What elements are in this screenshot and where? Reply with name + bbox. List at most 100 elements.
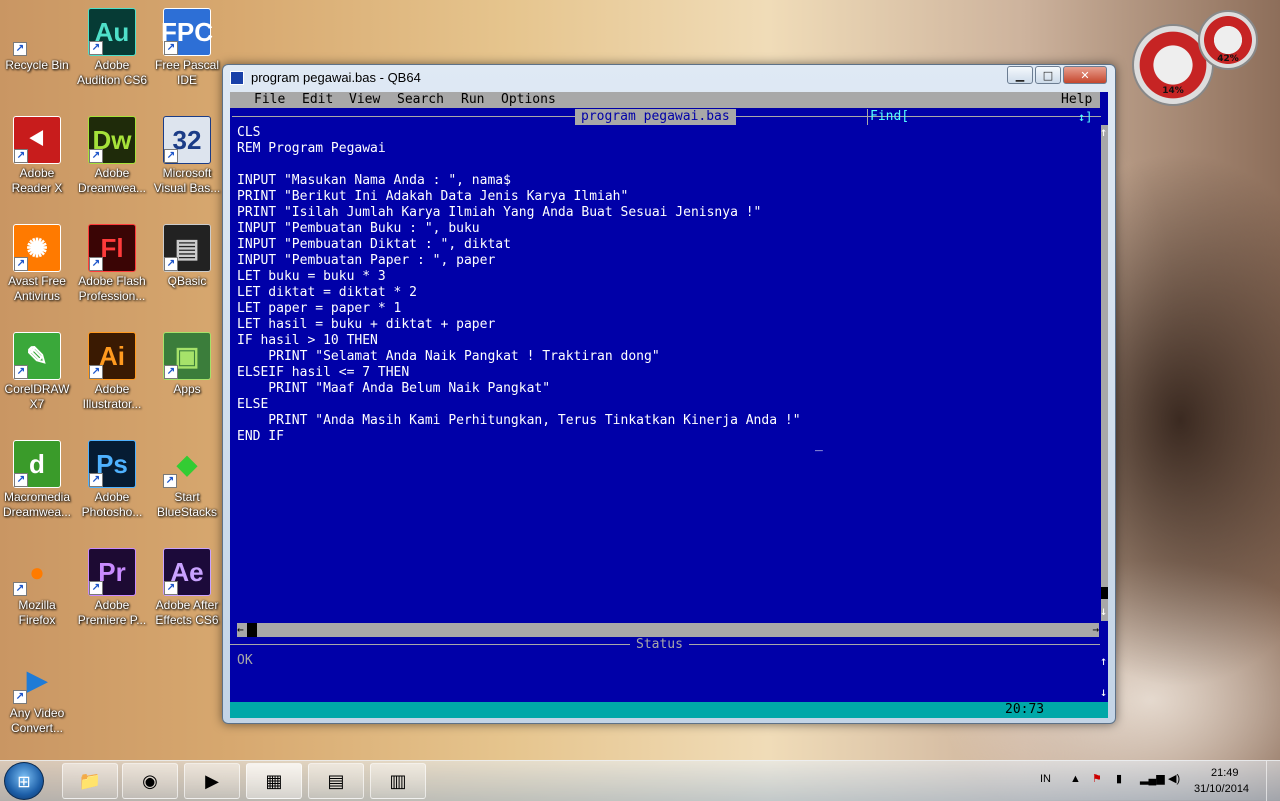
language-indicator[interactable]: IN	[1040, 773, 1051, 785]
desktop-icon[interactable]: ↗ Recycle Bin	[0, 8, 74, 73]
shortcut-arrow-icon: ↗	[13, 582, 27, 596]
taskbar: ⊞ 📁 ◉ ▶ ▦ ▤ ▥ IN ▲ ⚑ ▮ ▂▄▆ ◀) 21:49 31/10/201…	[0, 760, 1280, 801]
volume-icon[interactable]: ◀)	[1168, 772, 1180, 785]
horizontal-scrollbar[interactable]: ← →	[237, 623, 1099, 637]
scroll-right-icon[interactable]: →	[1092, 623, 1099, 637]
desktop-icon[interactable]: ✎ ↗ CorelDRAW X7	[0, 332, 74, 412]
desktop-icon-label: Any Video Convert...	[9, 706, 65, 735]
desktop-icon-label: Adobe Audition CS6	[76, 58, 148, 87]
menu-search[interactable]: Search	[397, 92, 444, 108]
shortcut-arrow-icon: ↗	[163, 474, 177, 488]
scroll-down-icon[interactable]: ↓	[1100, 605, 1107, 617]
desktop-icon[interactable]: Fl ↗ Adobe Flash Profession...	[75, 224, 149, 304]
desktop-icon[interactable]: ◆ ↗ Start BlueStacks	[150, 440, 224, 520]
clock-date[interactable]: 31/10/2014	[1194, 783, 1249, 795]
close-button[interactable]: ✕	[1063, 66, 1107, 84]
desktop-icon-label: Mozilla Firefox	[18, 598, 56, 627]
desktop-icon[interactable]: ▶ ↗ Any Video Convert...	[0, 656, 74, 736]
desktop-icon[interactable]: Ae ↗ Adobe After Effects CS6	[150, 548, 224, 628]
desktop-icon-label: Macromedia Dreamwea...	[2, 490, 72, 519]
control-panel-icon[interactable]: ▤	[308, 763, 364, 799]
shortcut-arrow-icon: ↗	[89, 149, 103, 163]
menu-help[interactable]: Help	[1061, 92, 1092, 108]
find-arrows-icon[interactable]: ↕]	[1078, 109, 1092, 125]
horizontal-scroll-thumb[interactable]	[247, 623, 257, 637]
scroll-up-icon[interactable]: ↑	[1100, 126, 1107, 138]
desktop-icon-label: Microsoft Visual Bas...	[153, 166, 221, 195]
title-bar[interactable]: program pegawai.bas - QB64 ▁ □ ✕	[223, 65, 1115, 91]
desktop-icon-label: Adobe Flash Profession...	[78, 274, 146, 303]
menu-options[interactable]: Options	[501, 92, 556, 108]
bluestacks-icon: ◆ ↗	[163, 440, 211, 488]
shortcut-arrow-icon: ↗	[14, 149, 28, 163]
menu-bar: File Edit View Search Run Options Help	[230, 92, 1100, 108]
window-title: program pegawai.bas - QB64	[251, 70, 421, 85]
apps-icon: ▣ ↗	[163, 332, 211, 380]
qb64-taskbar-icon[interactable]: ▥	[370, 763, 426, 799]
desktop-icon[interactable]: Pr ↗ Adobe Premiere P...	[75, 548, 149, 628]
shortcut-arrow-icon: ↗	[89, 365, 103, 379]
status-title: Status	[630, 637, 689, 653]
adobe-dreamweaver-icon: Dw ↗	[88, 116, 136, 164]
find-field[interactable]: Find[	[867, 109, 909, 125]
status-scroll-up-icon[interactable]: ↑	[1100, 655, 1107, 667]
menu-file[interactable]: File	[254, 92, 285, 108]
shortcut-arrow-icon: ↗	[14, 365, 28, 379]
desktop-icon[interactable]: Ps ↗ Adobe Photosho...	[75, 440, 149, 520]
shortcut-arrow-icon: ↗	[164, 41, 178, 55]
desktop-icon-label: Adobe Premiere P...	[77, 598, 147, 627]
qb64-window[interactable]: program pegawai.bas - QB64 ▁ □ ✕ File Ed…	[222, 64, 1116, 724]
desktop-icon[interactable]: 32 ↗ Microsoft Visual Bas...	[150, 116, 224, 196]
desktop-icon-label: Adobe After Effects CS6	[155, 598, 219, 627]
cpu-meter-gadget[interactable]: 14% 42%	[1130, 8, 1260, 108]
macromedia-dreamweaver-icon: d ↗	[13, 440, 61, 488]
text-cursor: _	[815, 437, 823, 452]
desktop-icon[interactable]: FPC ↗ Free Pascal IDE	[150, 8, 224, 88]
scroll-left-icon[interactable]: ←	[237, 623, 244, 637]
qbasic-taskbar-icon[interactable]: ▦	[246, 763, 302, 799]
desktop-icon[interactable]: ✺ ↗ Avast Free Antivirus	[0, 224, 74, 304]
desktop-icon[interactable]: Ai ↗ Adobe Illustrator...	[75, 332, 149, 412]
adobe-flash-icon: Fl ↗	[88, 224, 136, 272]
adobe-photoshop-icon: Ps ↗	[88, 440, 136, 488]
network-icon[interactable]: ▂▄▆	[1140, 772, 1165, 785]
action-center-icon[interactable]: ⚑	[1092, 772, 1102, 785]
media-player-icon[interactable]: ▶	[184, 763, 240, 799]
desktop-icon[interactable]: d ↗ Macromedia Dreamwea...	[0, 440, 74, 520]
any-video-converter-icon: ▶ ↗	[13, 656, 61, 704]
vertical-scroll-thumb[interactable]	[1101, 587, 1108, 599]
menu-edit[interactable]: Edit	[302, 92, 333, 108]
menu-view[interactable]: View	[349, 92, 380, 108]
desktop-icon[interactable]: Au ↗ Adobe Audition CS6	[75, 8, 149, 88]
start-button[interactable]: ⊞	[4, 762, 44, 800]
avast-icon: ✺ ↗	[13, 224, 61, 272]
clock-time[interactable]: 21:49	[1211, 767, 1239, 779]
vertical-scrollbar[interactable]	[1101, 125, 1108, 621]
file-explorer-icon[interactable]: 📁	[62, 763, 118, 799]
desktop-icon[interactable]: ▣ ↗ Apps	[150, 332, 224, 397]
maximize-button[interactable]: □	[1035, 66, 1061, 84]
firefox-taskbar-icon[interactable]: ◉	[122, 763, 178, 799]
show-desktop-button[interactable]	[1266, 761, 1280, 801]
desktop-icon[interactable]: ⯇ ↗ Adobe Reader X	[0, 116, 74, 196]
status-message: OK	[237, 653, 253, 668]
status-scroll-down-icon[interactable]: ↓	[1100, 686, 1107, 698]
adobe-premiere-icon: Pr ↗	[88, 548, 136, 596]
qb64-app-icon	[230, 71, 244, 85]
minimize-button[interactable]: ▁	[1007, 66, 1033, 84]
desktop-icon[interactable]: Dw ↗ Adobe Dreamwea...	[75, 116, 149, 196]
shortcut-arrow-icon: ↗	[164, 365, 178, 379]
desktop-icon[interactable]: ▤ ↗ QBasic	[150, 224, 224, 289]
code-editor[interactable]: CLS REM Program Pegawai INPUT "Masukan N…	[237, 125, 801, 445]
memory-percent: 42%	[1217, 54, 1239, 64]
shortcut-arrow-icon: ↗	[164, 149, 178, 163]
power-icon[interactable]: ▮	[1116, 772, 1122, 785]
desktop-icon-label: Adobe Photosho...	[81, 490, 143, 519]
shortcut-arrow-icon: ↗	[89, 41, 103, 55]
desktop-icon[interactable]: ● ↗ Mozilla Firefox	[0, 548, 74, 628]
shortcut-arrow-icon: ↗	[14, 473, 28, 487]
desktop-icon-label: QBasic	[167, 274, 207, 288]
menu-run[interactable]: Run	[461, 92, 484, 108]
show-hidden-icons-icon[interactable]: ▲	[1070, 773, 1081, 785]
coreldraw-icon: ✎ ↗	[13, 332, 61, 380]
